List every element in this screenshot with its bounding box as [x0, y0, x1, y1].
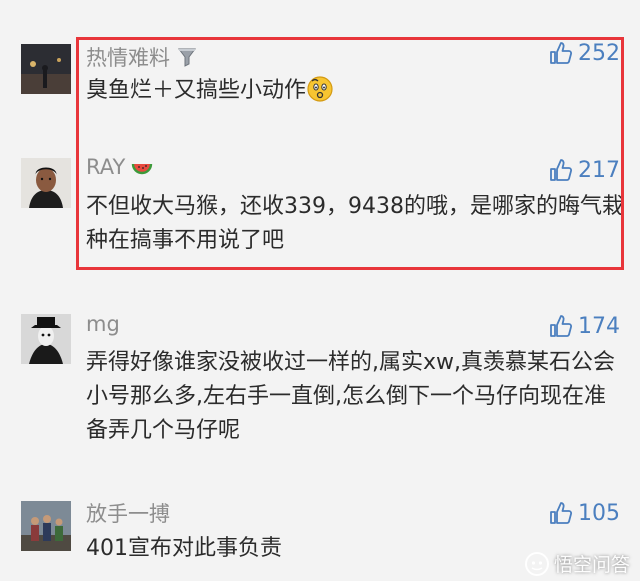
comment-text-content: 不但收大马猴，还收339，9438的哦，是哪家的晦气栽种在搞事不用说了吧	[86, 194, 624, 253]
like-count: 217	[578, 157, 620, 183]
comment-text: 臭鱼烂＋又搞些小动作	[86, 74, 626, 108]
like-button[interactable]: 174	[548, 313, 620, 339]
username-text: mg	[86, 312, 120, 336]
watermark: 悟空问答	[524, 550, 630, 577]
watermark-text: 悟空问答	[553, 554, 630, 576]
avatar-portrait-image	[21, 158, 71, 208]
thumbs-up-icon	[548, 40, 574, 66]
thumbs-up-icon	[548, 313, 574, 339]
thinking-face-emoji-icon	[306, 75, 334, 103]
like-count: 252	[578, 40, 620, 66]
comment-text-content: 弄得好像谁家没被收过一样的,属实xw,真羡慕某石公会小号那么多,左右手一直倒,怎…	[86, 350, 616, 443]
watermelon-badge-icon	[131, 156, 153, 178]
avatar-hat-figure-image	[21, 314, 71, 364]
username[interactable]: mg	[86, 312, 120, 336]
comment-list: 热情难料 252 臭鱼烂＋又搞些小动作 RAY 217 不但收大马猴，还收339…	[0, 0, 640, 581]
thumbs-up-icon	[548, 157, 574, 183]
like-button[interactable]: 252	[548, 40, 620, 66]
avatar[interactable]	[21, 158, 71, 208]
username[interactable]: 热情难料	[86, 42, 198, 72]
username-text: 放手一搏	[86, 502, 170, 526]
avatar-group-photo-image	[21, 501, 71, 551]
username[interactable]: 放手一搏	[86, 498, 170, 528]
username-text: 热情难料	[86, 46, 170, 70]
funnel-badge-icon	[176, 46, 198, 68]
like-button[interactable]: 217	[548, 157, 620, 183]
like-count: 105	[578, 500, 620, 526]
avatar[interactable]	[21, 314, 71, 364]
username[interactable]: RAY	[86, 155, 153, 179]
username-text: RAY	[86, 155, 126, 179]
like-count: 174	[578, 313, 620, 339]
thumbs-up-icon	[548, 500, 574, 526]
comment-text: 不但收大马猴，还收339，9438的哦，是哪家的晦气栽种在搞事不用说了吧	[86, 190, 626, 258]
like-button[interactable]: 105	[548, 500, 620, 526]
avatar[interactable]	[21, 44, 71, 94]
comment-text-content: 401宣布对此事负责	[86, 536, 282, 561]
avatar[interactable]	[21, 501, 71, 551]
wukong-logo-icon	[524, 551, 550, 577]
comment-text-content: 臭鱼烂＋又搞些小动作	[86, 78, 307, 103]
comment-text: 弄得好像谁家没被收过一样的,属实xw,真羡慕某石公会小号那么多,左右手一直倒,怎…	[86, 346, 626, 448]
avatar-night-street-image	[21, 44, 71, 94]
